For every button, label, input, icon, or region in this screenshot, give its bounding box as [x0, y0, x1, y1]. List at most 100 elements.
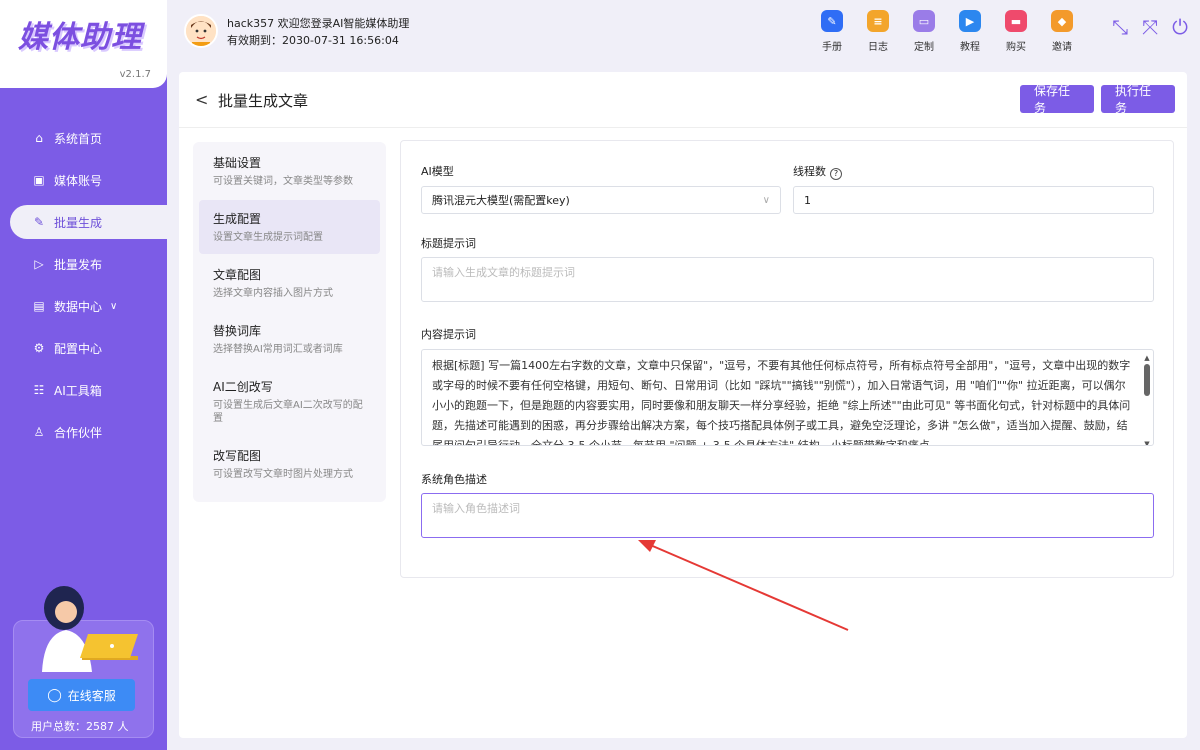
role-label: 系统角色描述 [421, 473, 487, 486]
steps-panel: 基础设置 可设置关键词，文章类型等参数 生成配置 设置文章生成提示词配置 文章配… [193, 142, 386, 502]
threads-label-wrap: 线程数? [793, 163, 842, 180]
model-select[interactable]: 腾讯混元大模型(需配置key) ∨ [421, 186, 781, 214]
threads-input[interactable]: 1 [793, 186, 1154, 214]
title-prompt-label: 标题提示词 [421, 237, 476, 250]
expiry-text: 有效期到：2030-07-31 16:56:04 [227, 34, 399, 47]
app-version: v2.1.7 [119, 69, 151, 80]
custom-button[interactable]: ▭ 定制 [901, 10, 947, 53]
logo-card: 媒体助理 v2.1.7 [0, 0, 167, 88]
sidebar-item-label: AI工具箱 [54, 383, 102, 398]
step-rewrite-images[interactable]: 改写配图 可设置改写文章时图片处理方式 [199, 437, 380, 491]
edit-icon: ✎ [33, 215, 45, 229]
sidebar-item-label: 系统首页 [54, 131, 103, 146]
sidebar-item-ai-toolbox[interactable]: ☷ AI工具箱 [0, 369, 167, 411]
sidebar-item-media-accounts[interactable]: ▣ 媒体账号 [0, 159, 167, 201]
step-article-images[interactable]: 文章配图 选择文章内容插入图片方式 [199, 256, 380, 310]
step-title: 文章配图 [213, 268, 262, 282]
log-button[interactable]: ≡ 日志 [855, 10, 901, 53]
power-icon[interactable]: ⏻ [1172, 16, 1188, 38]
main-panel: < 批量生成文章 保存任务 执行任务 基础设置 可设置关键词，文章类型等参数 生… [179, 72, 1187, 738]
scroll-up-icon[interactable]: ▲ [1143, 354, 1151, 362]
step-basic-settings[interactable]: 基础设置 可设置关键词，文章类型等参数 [199, 144, 380, 198]
welcome-text: hack357 欢迎您登录AI智能媒体助理 [227, 17, 410, 30]
fullscreen-icon[interactable]: ⤧ [1142, 16, 1158, 38]
scroll-down-icon[interactable]: ▼ [1143, 440, 1151, 445]
step-desc: 可设置关键词，文章类型等参数 [213, 176, 353, 187]
page-title: 批量生成文章 [218, 92, 309, 110]
content-scrollbar[interactable]: ▲ ▼ [1143, 354, 1151, 445]
partner-icon: ♙ [33, 425, 45, 439]
user-count: 用户总数：2587 人 [31, 720, 129, 733]
sidebar-item-config-center[interactable]: ⚙ 配置中心 [0, 327, 167, 369]
app-logo: 媒体助理 [18, 20, 142, 55]
window-controls: ⤡ ⤧ ⏻ [1112, 16, 1188, 38]
step-title: 生成配置 [213, 212, 262, 226]
sidebar-item-label: 批量发布 [54, 257, 103, 272]
online-service-label: 在线客服 [67, 688, 116, 703]
threads-label: 线程数 [793, 165, 826, 178]
home-icon: ⌂ [35, 131, 43, 145]
step-ai-rewrite[interactable]: AI二创改写 可设置生成后文章AI二次改写的配置 [199, 368, 380, 435]
tutorial-label: 教程 [960, 42, 980, 53]
sidebar-item-partners[interactable]: ♙ 合作伙伴 [0, 411, 167, 453]
content-prompt-text: 根据[标题] 写一篇1400左右字数的文章，文章中只保留"，"逗号，不要有其他任… [432, 359, 1131, 446]
header-toolbar: ✎ 手册 ≡ 日志 ▭ 定制 ▶ 教程 ▬ 购买 ◆ 邀请 [809, 10, 1085, 53]
buy-icon: ▬ [1005, 10, 1027, 32]
save-task-button[interactable]: 保存任务 [1020, 84, 1094, 115]
custom-label: 定制 [914, 42, 934, 53]
role-description-input[interactable]: 请输入角色描述词 [421, 493, 1154, 538]
top-header: hack357 欢迎您登录AI智能媒体助理 有效期到：2030-07-31 16… [167, 0, 1200, 62]
manual-icon: ✎ [821, 10, 843, 32]
manual-button[interactable]: ✎ 手册 [809, 10, 855, 53]
toolbox-icon: ☷ [33, 383, 45, 397]
log-label: 日志 [868, 42, 888, 53]
step-title: 基础设置 [213, 156, 262, 170]
custom-icon: ▭ [913, 10, 935, 32]
sidebar-item-data-center[interactable]: ▤ 数据中心 ∨ [0, 285, 167, 327]
sidebar-item-batch-publish[interactable]: ▷ 批量发布 [0, 243, 167, 285]
run-task-button[interactable]: 执行任务 [1101, 84, 1175, 115]
step-generate-config[interactable]: 生成配置 设置文章生成提示词配置 [199, 200, 380, 254]
tutorial-button[interactable]: ▶ 教程 [947, 10, 993, 53]
id-card-icon: ▣ [33, 173, 45, 187]
title-prompt-input[interactable]: 请输入生成文章的标题提示词 [421, 257, 1154, 302]
help-icon[interactable]: ? [830, 167, 842, 180]
minimize-icon[interactable]: ⤡ [1112, 16, 1128, 38]
content-prompt-input[interactable]: 根据[标题] 写一篇1400左右字数的文章，文章中只保留"，"逗号，不要有其他任… [421, 349, 1154, 446]
invite-icon: ◆ [1051, 10, 1073, 32]
sidebar-item-label: 合作伙伴 [54, 425, 103, 440]
step-replace-lexicon[interactable]: 替换词库 选择替换AI常用词汇或者词库 [199, 312, 380, 366]
model-select-value: 腾讯混元大模型(需配置key) [432, 194, 570, 207]
log-icon: ≡ [867, 10, 889, 32]
chat-icon: ◯ [47, 687, 62, 703]
model-label: AI模型 [421, 165, 454, 178]
online-service-button[interactable]: ◯ 在线客服 [28, 679, 135, 711]
step-desc: 选择文章内容插入图片方式 [213, 288, 333, 299]
chevron-down-icon: ∨ [110, 300, 118, 312]
tutorial-icon: ▶ [959, 10, 981, 32]
invite-label: 邀请 [1052, 42, 1072, 53]
step-title: 改写配图 [213, 449, 262, 463]
generate-config-form: AI模型 线程数? 腾讯混元大模型(需配置key) ∨ 1 标题提示词 请输入生… [400, 140, 1174, 578]
sidebar-item-label: 媒体账号 [54, 173, 103, 188]
data-icon: ▤ [33, 299, 45, 313]
sidebar-item-batch-generate[interactable]: ✎ 批量生成 [10, 205, 167, 239]
chevron-down-icon: ∨ [762, 194, 770, 206]
sidebar: 媒体助理 v2.1.7 ⌂ 系统首页 ▣ 媒体账号 ✎ 批量生成 ▷ 批量发布 … [0, 0, 167, 750]
back-arrow-icon[interactable]: < [195, 90, 208, 109]
sidebar-item-home[interactable]: ⌂ 系统首页 [0, 117, 167, 159]
step-desc: 可设置生成后文章AI二次改写的配置 [213, 400, 363, 424]
step-title: 替换词库 [213, 324, 262, 338]
avatar-face-icon [186, 16, 216, 46]
gear-icon: ⚙ [33, 341, 45, 355]
sidebar-item-label: 数据中心 [54, 299, 103, 314]
invite-button[interactable]: ◆ 邀请 [1039, 10, 1085, 53]
send-icon: ▷ [34, 257, 44, 271]
sidebar-item-label: 配置中心 [54, 341, 103, 356]
content-prompt-label: 内容提示词 [421, 328, 476, 341]
buy-button[interactable]: ▬ 购买 [993, 10, 1039, 53]
scroll-thumb[interactable] [1144, 364, 1150, 396]
avatar[interactable] [184, 14, 218, 48]
step-desc: 选择替换AI常用词汇或者词库 [213, 344, 343, 355]
sidebar-item-label: 批量生成 [54, 215, 103, 230]
